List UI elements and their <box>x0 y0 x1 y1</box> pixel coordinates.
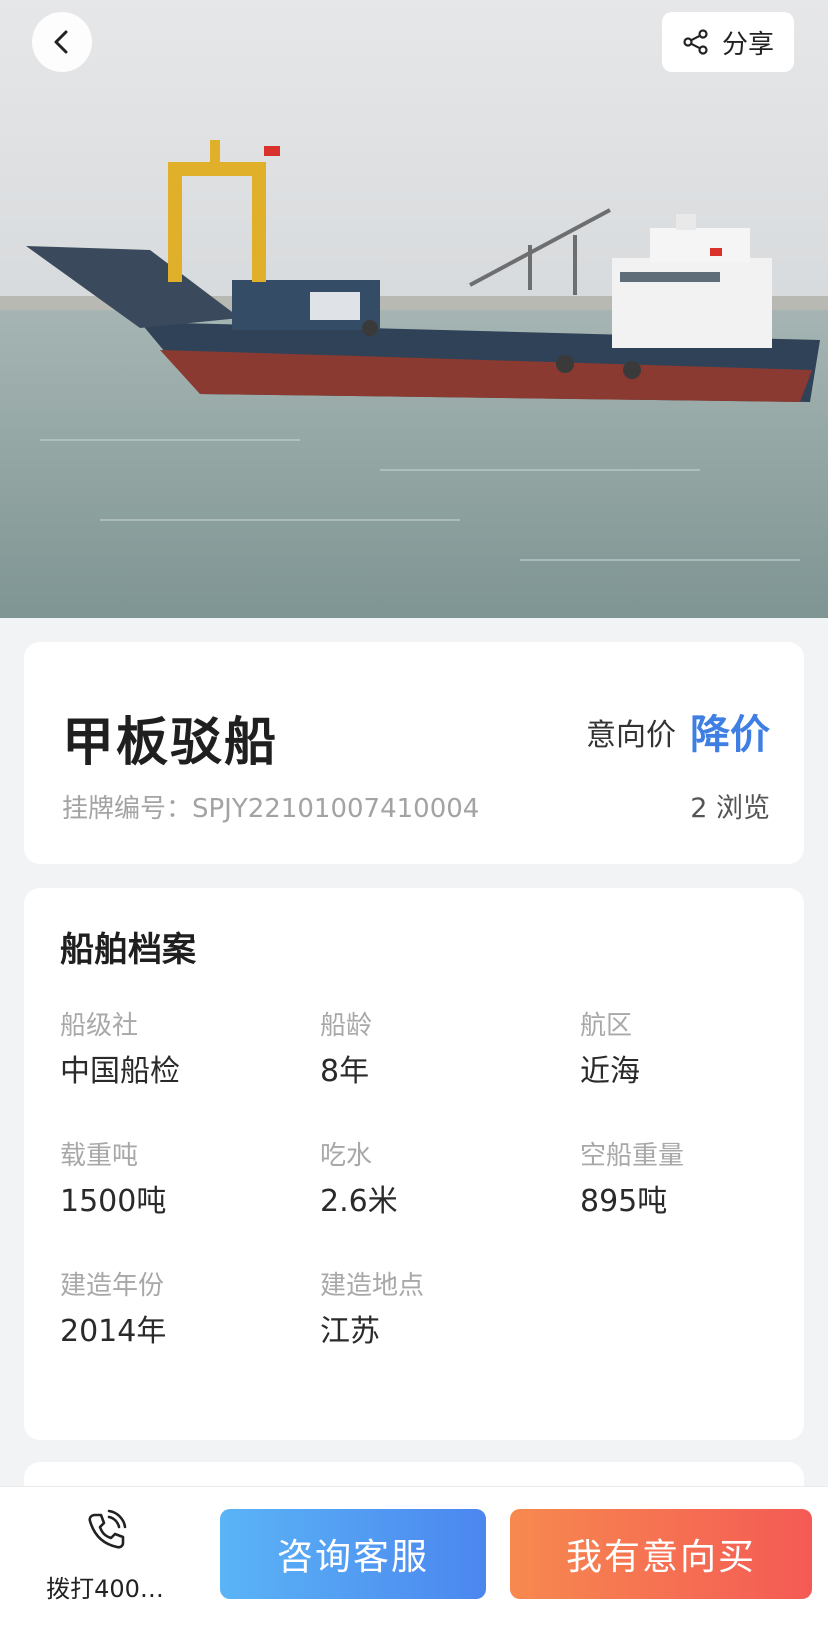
profile-grid: 船级社 中国船检 船龄 8年 航区 近海 载重吨 1500吨 吃水 2.6米 空… <box>60 1008 780 1352</box>
field-classification-society: 船级社 中国船检 <box>60 1008 320 1092</box>
field-value: 895吨 <box>580 1184 668 1219</box>
field-label: 载重吨 <box>60 1141 139 1171</box>
share-icon <box>683 29 708 55</box>
listing-number: 挂牌编号：SPJY22101007410004 <box>62 794 480 824</box>
vessel-profile-card: 船舶档案 船级社 中国船检 船龄 8年 航区 近海 载重吨 1500吨 吃水 2… <box>24 888 804 1440</box>
field-lightship-weight: 空船重量 895吨 <box>580 1138 780 1222</box>
field-value: 2.6米 <box>320 1184 398 1219</box>
share-label: 分享 <box>721 29 774 60</box>
field-vessel-age: 船龄 8年 <box>320 1008 580 1092</box>
section-title: 船舶档案 <box>60 930 196 970</box>
field-label: 空船重量 <box>580 1141 685 1171</box>
chevron-left-icon <box>54 30 68 54</box>
field-label: 建造地点 <box>320 1271 425 1301</box>
field-label: 航区 <box>580 1011 633 1041</box>
field-value: 1500吨 <box>60 1184 167 1219</box>
hero-image <box>0 0 828 618</box>
field-label: 吃水 <box>320 1141 373 1171</box>
back-button[interactable] <box>32 12 92 72</box>
call-label: 拨打400… <box>46 1575 164 1603</box>
barge-photo <box>0 0 828 618</box>
share-button[interactable]: 分享 <box>662 12 794 72</box>
listing-summary-card: 甲板驳船 意向价 降价 挂牌编号：SPJY22101007410004 2 浏览 <box>24 642 804 864</box>
price-value: 降价 <box>690 712 770 758</box>
field-deadweight: 载重吨 1500吨 <box>60 1138 320 1222</box>
field-value: 江苏 <box>320 1314 380 1349</box>
price-label: 意向价 <box>586 718 676 753</box>
listing-title: 甲板驳船 <box>62 713 279 773</box>
bottom-action-bar: 拨打400… 咨询客服 我有意向买 <box>0 1486 828 1640</box>
call-button[interactable]: 拨打400… <box>30 1505 180 1615</box>
field-navigation-area: 航区 近海 <box>580 1008 780 1092</box>
field-build-location: 建造地点 江苏 <box>320 1268 580 1352</box>
field-value: 中国船检 <box>60 1054 180 1089</box>
phone-icon <box>88 1509 127 1549</box>
field-label: 船级社 <box>60 1011 139 1041</box>
field-label: 建造年份 <box>60 1271 165 1301</box>
field-value: 近海 <box>580 1054 640 1089</box>
field-build-year: 建造年份 2014年 <box>60 1268 320 1352</box>
consult-service-button[interactable]: 咨询客服 <box>220 1509 486 1599</box>
field-draft: 吃水 2.6米 <box>320 1138 580 1222</box>
field-label: 船龄 <box>320 1011 373 1041</box>
view-count: 2 浏览 <box>690 793 770 824</box>
intent-to-buy-button[interactable]: 我有意向买 <box>510 1509 812 1599</box>
field-value: 2014年 <box>60 1314 167 1349</box>
field-value: 8年 <box>320 1054 370 1089</box>
